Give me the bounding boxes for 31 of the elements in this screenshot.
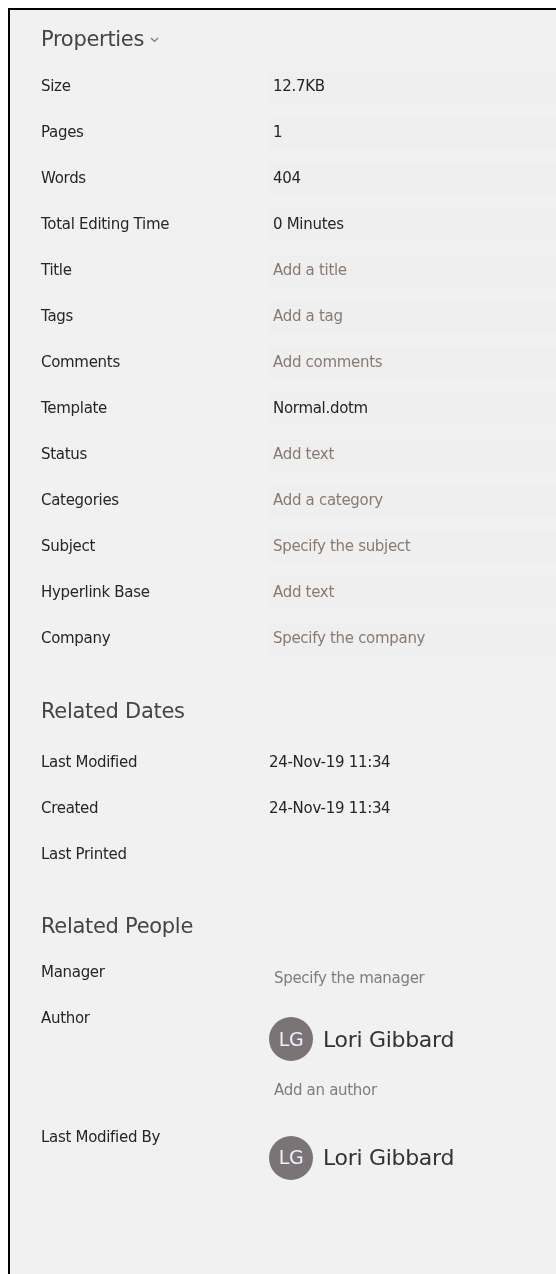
- person-name[interactable]: Lori Gibbard: [323, 1022, 455, 1056]
- property-label: Words: [41, 168, 87, 190]
- date-label: Last Printed: [41, 843, 128, 865]
- section-heading: Properties: [41, 26, 145, 53]
- property-label: Total Editing Time: [41, 214, 171, 236]
- avatar: LG: [269, 1135, 313, 1180]
- section-heading: Related People: [41, 913, 194, 940]
- property-label: Pages: [41, 122, 85, 144]
- avatar: LG: [269, 1017, 313, 1061]
- property-label: Title: [41, 260, 73, 282]
- person-label: Last Modified By: [41, 1126, 162, 1148]
- add-author-link[interactable]: Add an author: [274, 1079, 455, 1102]
- property-label: Status: [41, 444, 88, 466]
- date-value: 24-Nov-19 11:34: [269, 751, 391, 773]
- property-label: Size: [41, 76, 72, 98]
- person-label: Author: [41, 1008, 91, 1029]
- date-label: Created: [41, 797, 100, 819]
- property-label: Subject: [41, 536, 96, 558]
- property-label: Hyperlink Base: [41, 582, 151, 604]
- property-label: Template: [41, 398, 109, 420]
- property-label: Comments: [41, 352, 121, 374]
- manager-field[interactable]: Specify the manager: [269, 954, 425, 1001]
- person-label: Manager: [41, 961, 106, 983]
- property-label: Categories: [41, 490, 120, 512]
- section-heading: Related Dates: [41, 697, 186, 725]
- chevron-down-icon[interactable]: [150, 36, 160, 43]
- date-label: Last Modified: [41, 751, 139, 773]
- person-name[interactable]: Lori Gibbard: [323, 1141, 455, 1174]
- property-label: Tags: [41, 306, 74, 328]
- property-label: Company: [41, 628, 112, 650]
- date-value: 24-Nov-19 11:34: [269, 797, 391, 819]
